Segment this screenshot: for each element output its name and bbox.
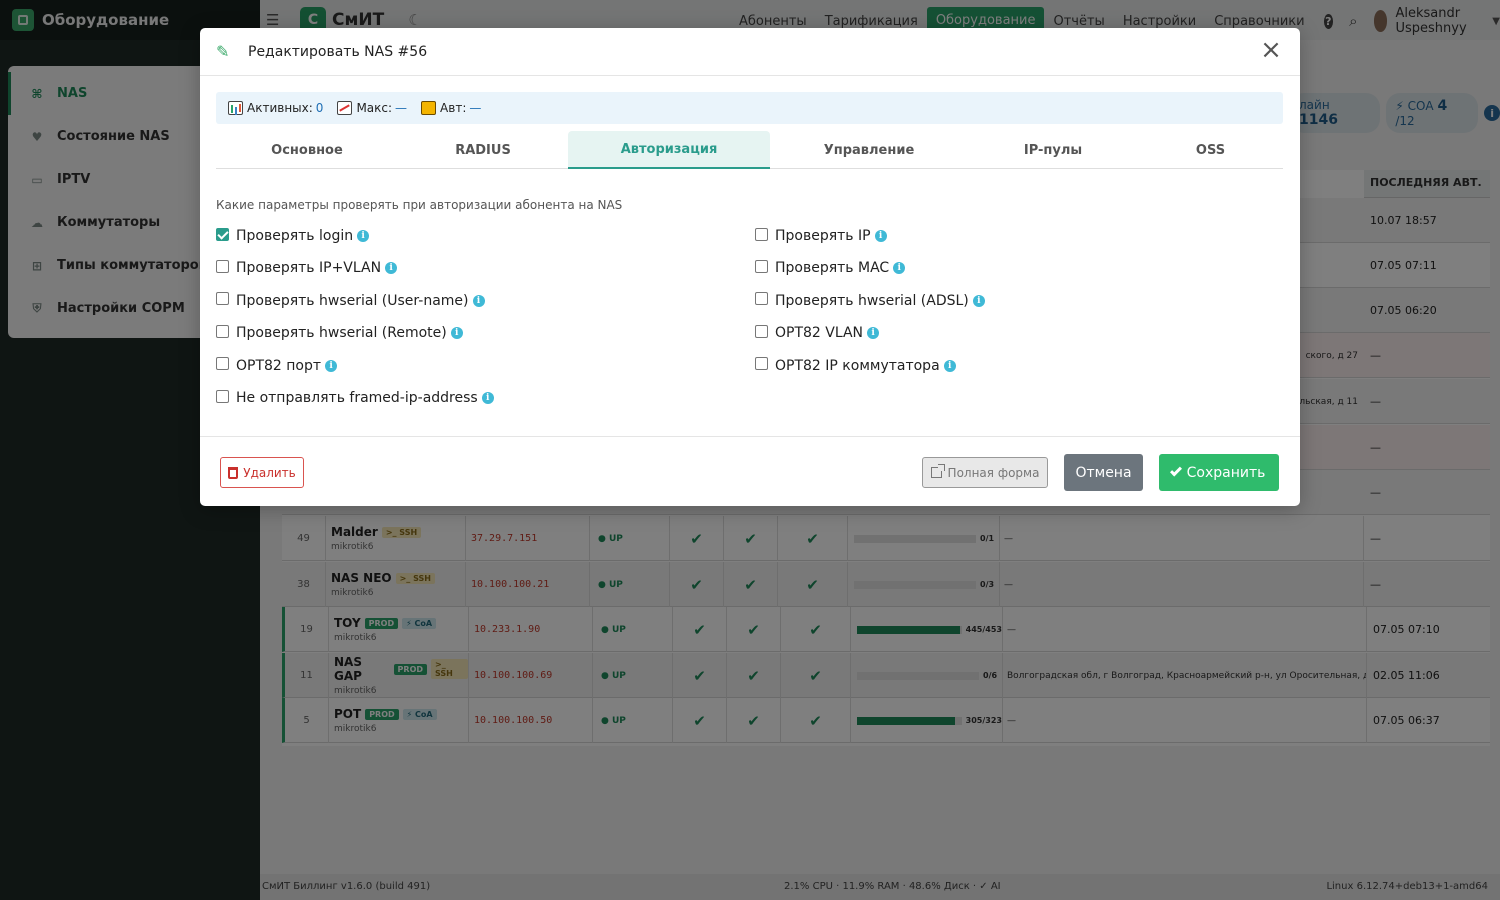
checkbox-label[interactable]: Проверять hwserial (ADSL) — [775, 293, 969, 309]
checkbox[interactable] — [755, 292, 768, 306]
checkbox-option[interactable]: Проверять IP i — [755, 226, 887, 246]
checkbox-label[interactable]: OPT82 VLAN — [775, 325, 863, 341]
stat-value: 0 — [315, 101, 324, 115]
edit-nas-modal: ✎ Редактировать NAS #56 × Активных: 0 Макс… — [200, 28, 1300, 506]
stat-label: Макс: — [356, 101, 393, 115]
info-icon[interactable]: i — [472, 294, 485, 307]
chart-bar-icon — [228, 101, 243, 115]
checkbox[interactable] — [216, 324, 229, 338]
nas-stats-bar: Активных: 0 Макс: — Авт: — — [216, 92, 1283, 124]
checkbox[interactable] — [216, 389, 229, 403]
checkbox-option[interactable]: Проверять hwserial (Remote) i — [216, 323, 463, 343]
info-icon[interactable]: i — [867, 327, 880, 340]
full-form-label: Полная форма — [947, 465, 1040, 480]
checkbox-option[interactable]: Проверять hwserial (ADSL) i — [755, 291, 985, 311]
external-link-icon — [930, 464, 945, 478]
info-icon[interactable]: i — [325, 359, 338, 372]
chart-line-icon — [337, 101, 353, 115]
checkbox-label[interactable]: Не отправлять framed-ip-address — [236, 390, 478, 406]
auth-description: Какие параметры проверять при авторизаци… — [216, 198, 623, 212]
checkbox[interactable] — [216, 259, 229, 273]
full-form-button[interactable]: Полная форма — [922, 457, 1048, 488]
checkbox[interactable] — [755, 324, 768, 338]
checkbox-label[interactable]: Проверять IP+VLAN — [236, 260, 381, 276]
close-icon[interactable]: × — [1258, 37, 1284, 64]
tab-2[interactable]: Авторизация — [568, 131, 770, 169]
tab-4[interactable]: IP-пулы — [968, 131, 1138, 169]
stat-value: — — [395, 101, 408, 115]
checkbox-label[interactable]: Проверять IP — [775, 228, 871, 244]
modal-header: ✎ Редактировать NAS #56 — [200, 28, 1300, 76]
badge-icon — [421, 101, 437, 115]
info-icon[interactable]: i — [481, 392, 494, 404]
save-label: Сохранить — [1186, 464, 1266, 481]
tab-5[interactable]: OSS — [1138, 131, 1283, 169]
info-icon[interactable]: i — [893, 262, 906, 275]
stat-label: Активных: — [247, 101, 313, 115]
checkbox-label[interactable]: Проверять hwserial (Remote) — [236, 325, 447, 341]
checkbox[interactable] — [216, 292, 229, 306]
checkbox-option[interactable]: OPT82 VLAN i — [755, 323, 880, 343]
checkbox[interactable] — [755, 259, 768, 273]
checkbox[interactable] — [216, 227, 229, 241]
tab-1[interactable]: RADIUS — [398, 131, 568, 169]
modal-footer: Удалить Полная форма Отмена Сохранить — [200, 436, 1300, 506]
checkbox-label[interactable]: OPT82 IP коммутатора — [775, 358, 940, 374]
checkbox-option[interactable]: Проверять login i — [216, 226, 370, 246]
stat-2: Авт: — — [421, 101, 481, 115]
checkbox-option[interactable]: Проверять MAC i — [755, 258, 906, 278]
info-icon[interactable]: i — [943, 359, 956, 372]
checkbox-label[interactable]: Проверять login — [236, 228, 353, 244]
modal-title: Редактировать NAS #56 — [248, 43, 428, 60]
delete-label: Удалить — [243, 465, 296, 480]
checkbox-option[interactable]: OPT82 порт i — [216, 356, 338, 376]
save-button[interactable]: Сохранить — [1159, 454, 1279, 491]
cancel-button[interactable]: Отмена — [1064, 454, 1143, 491]
checkbox[interactable] — [755, 227, 768, 241]
info-icon[interactable]: i — [385, 262, 398, 275]
checkbox-label[interactable]: Проверять MAC — [775, 260, 889, 276]
pencil-icon: ✎ — [216, 42, 230, 61]
info-icon[interactable]: i — [357, 230, 370, 242]
stat-label: Авт: — [440, 101, 467, 115]
stat-value: — — [469, 101, 482, 115]
trash-icon — [228, 466, 239, 479]
info-icon[interactable]: i — [972, 294, 985, 307]
checkbox-label[interactable]: OPT82 порт — [236, 358, 321, 374]
tab-3[interactable]: Управление — [770, 131, 968, 169]
checkbox-option[interactable]: Проверять IP+VLAN i — [216, 258, 398, 278]
stat-0: Активных: 0 — [228, 101, 323, 115]
info-icon[interactable]: i — [450, 327, 463, 340]
check-icon — [1169, 464, 1182, 477]
info-icon[interactable]: i — [874, 230, 887, 242]
checkbox[interactable] — [755, 357, 768, 371]
checkbox-option[interactable]: Не отправлять framed-ip-address i — [216, 388, 494, 408]
checkbox-label[interactable]: Проверять hwserial (User-name) — [236, 293, 469, 309]
checkbox[interactable] — [216, 357, 229, 371]
stat-1: Макс: — — [337, 101, 407, 115]
delete-button[interactable]: Удалить — [220, 457, 304, 488]
checkbox-option[interactable]: Проверять hwserial (User-name) i — [216, 291, 485, 311]
modal-tabs: Основное RADIUS Авторизация Управление IP-пу… — [216, 131, 1283, 169]
checkbox-option[interactable]: OPT82 IP коммутатора i — [755, 356, 956, 376]
tab-0[interactable]: Основное — [216, 131, 398, 169]
